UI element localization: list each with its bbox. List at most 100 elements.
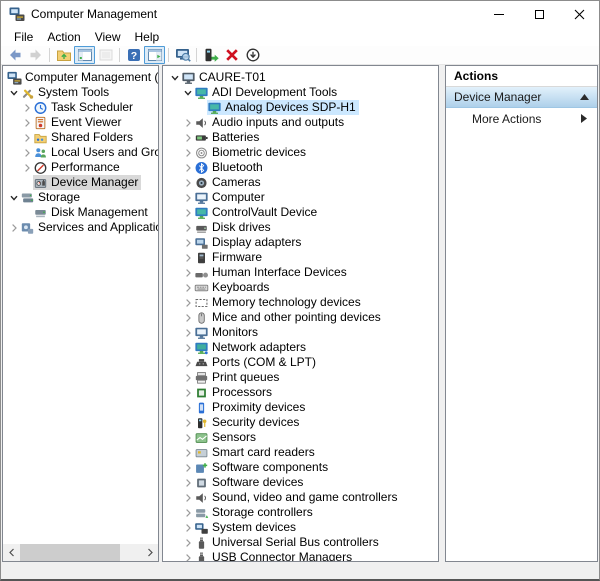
collapse-expander-icon[interactable]	[7, 86, 20, 99]
show-action-pane-button[interactable]	[144, 46, 165, 64]
tree-item-keyboards[interactable]: Keyboards	[163, 280, 438, 295]
menu-help[interactable]: Help	[128, 29, 167, 45]
collapse-expander-icon[interactable]	[168, 71, 181, 84]
tree-item-caure-t01[interactable]: CAURE-T01	[163, 70, 438, 85]
expand-expander-icon[interactable]	[181, 401, 194, 414]
scrollbar-track[interactable]	[20, 544, 141, 561]
expand-expander-icon[interactable]	[181, 311, 194, 324]
close-button[interactable]	[559, 1, 599, 27]
expand-expander-icon[interactable]	[181, 221, 194, 234]
tree-item-disk-management[interactable]: Disk Management	[3, 205, 158, 220]
tree-item-system-tools[interactable]: System Tools	[3, 85, 158, 100]
tree-item-performance[interactable]: Performance	[3, 160, 158, 175]
tree-item-human-interface-devices[interactable]: Human Interface Devices	[163, 265, 438, 280]
actions-group-device-manager[interactable]: Device Manager	[446, 87, 597, 108]
tree-item-analog-devices-sdp-h1[interactable]: Analog Devices SDP-H1	[163, 100, 438, 115]
expand-expander-icon[interactable]	[181, 326, 194, 339]
expand-expander-icon[interactable]	[181, 536, 194, 549]
menu-action[interactable]: Action	[40, 29, 87, 45]
collapse-chevron-icon[interactable]	[580, 94, 589, 100]
expand-expander-icon[interactable]	[181, 296, 194, 309]
scrollbar-thumb[interactable]	[20, 544, 120, 561]
tree-item-bluetooth[interactable]: Bluetooth	[163, 160, 438, 175]
expand-expander-icon[interactable]	[181, 191, 194, 204]
tree-item-computer[interactable]: Computer	[163, 190, 438, 205]
tree-item-device-manager[interactable]: Device Manager	[3, 175, 158, 190]
expand-expander-icon[interactable]	[20, 161, 33, 174]
expand-expander-icon[interactable]	[181, 551, 194, 562]
expand-expander-icon[interactable]	[181, 371, 194, 384]
expand-expander-icon[interactable]	[181, 341, 194, 354]
expand-expander-icon[interactable]	[181, 266, 194, 279]
tree-item-universal-serial-bus-controllers[interactable]: Universal Serial Bus controllers	[163, 535, 438, 550]
tree-item-shared-folders[interactable]: Shared Folders	[3, 130, 158, 145]
tree-item-system-devices[interactable]: System devices	[163, 520, 438, 535]
tree-item-audio-inputs-and-outputs[interactable]: Audio inputs and outputs	[163, 115, 438, 130]
back-button[interactable]	[4, 46, 25, 64]
expand-expander-icon[interactable]	[181, 416, 194, 429]
collapse-expander-icon[interactable]	[181, 86, 194, 99]
expand-expander-icon[interactable]	[181, 176, 194, 189]
minimize-button[interactable]	[479, 1, 519, 27]
tree-item-storage[interactable]: Storage	[3, 190, 158, 205]
expand-expander-icon[interactable]	[181, 236, 194, 249]
uninstall-device-button[interactable]	[221, 46, 242, 64]
tree-item-display-adapters[interactable]: Display adapters	[163, 235, 438, 250]
expand-expander-icon[interactable]	[181, 506, 194, 519]
expand-expander-icon[interactable]	[181, 281, 194, 294]
tree-item-firmware[interactable]: Firmware	[163, 250, 438, 265]
tree-item-software-devices[interactable]: Software devices	[163, 475, 438, 490]
scroll-left-button[interactable]	[3, 544, 20, 561]
expand-expander-icon[interactable]	[20, 101, 33, 114]
expand-expander-icon[interactable]	[181, 206, 194, 219]
expand-expander-icon[interactable]	[181, 521, 194, 534]
expand-expander-icon[interactable]	[181, 476, 194, 489]
tree-item-security-devices[interactable]: Security devices	[163, 415, 438, 430]
tree-item-mice-and-other-pointing-devices[interactable]: Mice and other pointing devices	[163, 310, 438, 325]
menu-file[interactable]: File	[7, 29, 40, 45]
expand-expander-icon[interactable]	[181, 431, 194, 444]
more-actions-item[interactable]: More Actions	[446, 108, 597, 129]
tree-item-memory-technology-devices[interactable]: Memory technology devices	[163, 295, 438, 310]
tree-item-services-and-applications[interactable]: Services and Applications	[3, 220, 158, 235]
tree-item-storage-controllers[interactable]: Storage controllers	[163, 505, 438, 520]
show-console-tree-button[interactable]	[74, 46, 95, 64]
horizontal-scrollbar[interactable]	[3, 544, 158, 561]
scroll-right-button[interactable]	[141, 544, 158, 561]
tree-item-cameras[interactable]: Cameras	[163, 175, 438, 190]
expand-expander-icon[interactable]	[181, 461, 194, 474]
expand-expander-icon[interactable]	[181, 491, 194, 504]
expand-expander-icon[interactable]	[181, 251, 194, 264]
tree-item-controlvault-device[interactable]: ControlVault Device	[163, 205, 438, 220]
update-driver-button[interactable]	[200, 46, 221, 64]
tree-item-software-components[interactable]: Software components	[163, 460, 438, 475]
expand-expander-icon[interactable]	[181, 131, 194, 144]
expand-expander-icon[interactable]	[181, 161, 194, 174]
tree-item-usb-connector-managers[interactable]: USB Connector Managers	[163, 550, 438, 562]
maximize-button[interactable]	[519, 1, 559, 27]
disable-device-button[interactable]	[242, 46, 263, 64]
tree-item-adi-development-tools[interactable]: ADI Development Tools	[163, 85, 438, 100]
collapse-expander-icon[interactable]	[7, 191, 20, 204]
tree-item-batteries[interactable]: Batteries	[163, 130, 438, 145]
help-button[interactable]: ?	[123, 46, 144, 64]
tree-item-sound-video-and-game-controllers[interactable]: Sound, video and game controllers	[163, 490, 438, 505]
expand-expander-icon[interactable]	[20, 131, 33, 144]
expand-expander-icon[interactable]	[181, 386, 194, 399]
tree-item-local-users-and-groups[interactable]: Local Users and Groups	[3, 145, 158, 160]
scan-hardware-changes-button[interactable]	[172, 46, 193, 64]
expand-expander-icon[interactable]	[181, 116, 194, 129]
expand-expander-icon[interactable]	[7, 221, 20, 234]
menu-view[interactable]: View	[88, 29, 128, 45]
expand-expander-icon[interactable]	[20, 116, 33, 129]
tree-item-computer-management-local[interactable]: Computer Management (Local	[3, 70, 158, 85]
tree-item-processors[interactable]: Processors	[163, 385, 438, 400]
expand-expander-icon[interactable]	[181, 446, 194, 459]
tree-item-disk-drives[interactable]: Disk drives	[163, 220, 438, 235]
tree-item-smart-card-readers[interactable]: Smart card readers	[163, 445, 438, 460]
tree-item-print-queues[interactable]: Print queues	[163, 370, 438, 385]
tree-item-biometric-devices[interactable]: Biometric devices	[163, 145, 438, 160]
tree-item-event-viewer[interactable]: Event Viewer	[3, 115, 158, 130]
tree-item-sensors[interactable]: Sensors	[163, 430, 438, 445]
expand-expander-icon[interactable]	[181, 146, 194, 159]
